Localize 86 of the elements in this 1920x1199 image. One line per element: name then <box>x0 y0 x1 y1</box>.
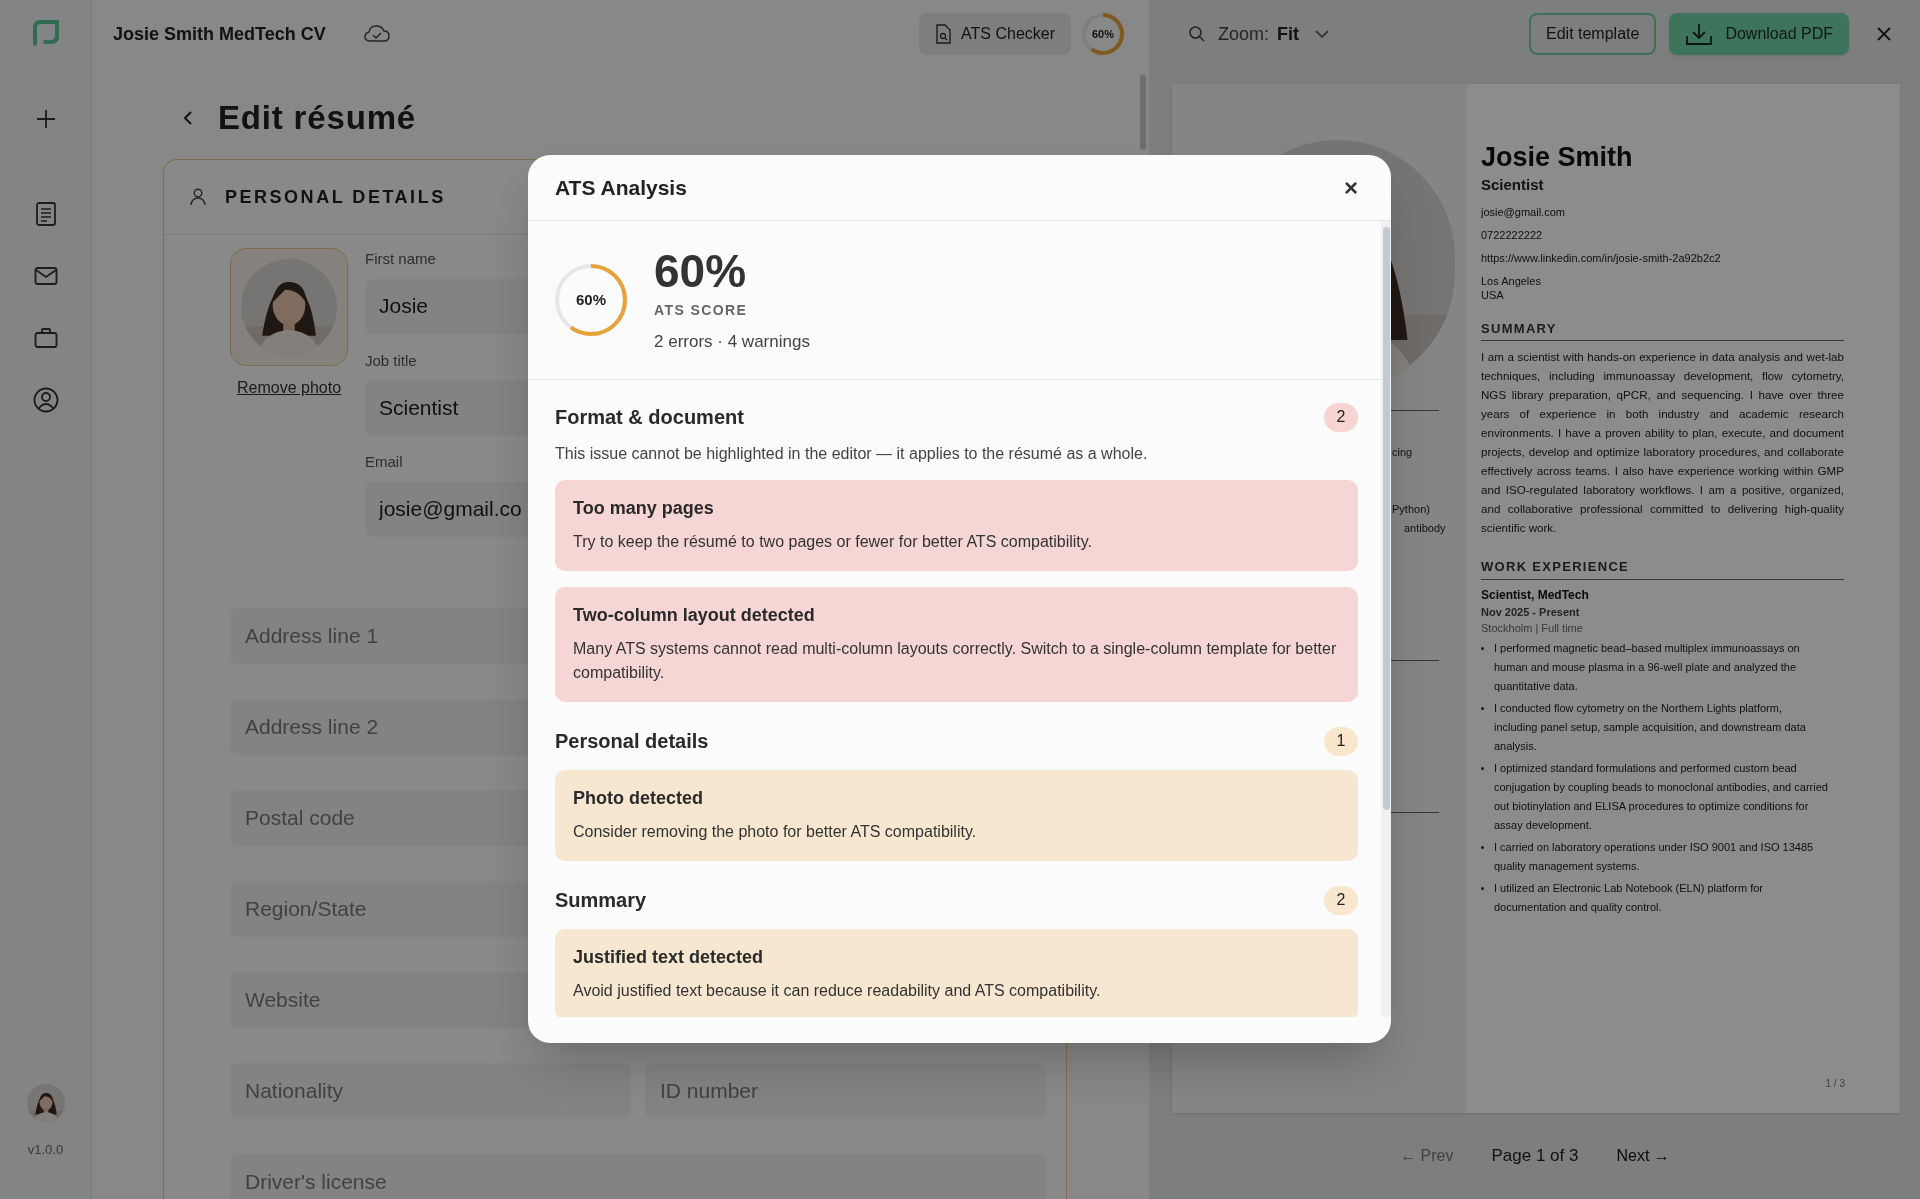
score-ring-text: 60% <box>576 289 606 310</box>
job-location: Stockholm | Full time <box>1481 621 1584 636</box>
page-indicator: Page 1 of 3 <box>1491 1145 1579 1168</box>
prev-button[interactable]: ← Prev <box>1400 1144 1454 1168</box>
contact-line: josie@gmail.com <box>1481 204 1566 219</box>
issue-title: Photo detected <box>573 787 704 810</box>
field-label: First name <box>365 249 436 269</box>
resume-paragraph: I am a scientist with hands-on experience in data analysis and wet-lab techniques, including immunoassay development, flow cytometry, NGS library preparation, qPCR, and sequencing. I have over three years of experience in both industry and academic research environments. I have a proven ability to plan, execute, and document projects, develop and optimize laboratory procedures, and collaborate effectively across teams. I also have experience working within GMP and ISO-regulated laboratory workflows. I am a positive, organized, and collaborative professional committed to delivering high-quality scientific work. <box>1481 349 1844 536</box>
score-ring <box>555 264 627 336</box>
section-note: This issue cannot be highlighted in the editor — it applies to the résumé as a whole. <box>555 444 1149 464</box>
modal-title: ATS Analysis <box>555 174 687 201</box>
section-heading: Personal details <box>555 729 709 754</box>
text-field[interactable]: ID number <box>645 1062 1046 1119</box>
resume-section-heading: SUMMARY <box>1481 318 1844 341</box>
download-icon <box>1685 22 1714 46</box>
bullet-icon <box>1481 646 1484 650</box>
bullet-text: I optimized standard formulations and performed custom bead conjugation by coupling beads to monoclonal antibodies, and carried out biotinylation and ELISA procedures to optimize conditions for assay development. <box>1494 760 1828 833</box>
search-icon <box>1188 25 1206 43</box>
plus-icon[interactable] <box>34 108 57 130</box>
score-label: ATS SCORE <box>654 300 749 320</box>
avatar[interactable] <box>26 1083 65 1122</box>
scrollbar-thumb[interactable] <box>1382 227 1390 810</box>
document-search-icon <box>935 24 952 44</box>
resume-name: Josie Smith <box>1481 142 1634 172</box>
resume-role: Scientist <box>1481 175 1545 195</box>
issue-text: Consider removing the photo for better ATS compatibility. <box>573 822 978 842</box>
score-ring <box>1082 13 1124 55</box>
document-title: Josie Smith MedTech CV <box>113 22 326 46</box>
issue-summary: 2 errors · 4 warnings <box>654 330 810 353</box>
edit-template-button[interactable]: Edit template <box>1529 13 1657 55</box>
photo-frame[interactable] <box>230 248 348 366</box>
contact-line: USA <box>1481 287 1505 302</box>
resume-text-fragment: antibody <box>1404 521 1446 536</box>
download-pdf-button[interactable]: Download PDF <box>1669 13 1849 55</box>
zoom-dropdown[interactable]: Zoom: Fit <box>1188 20 1329 48</box>
contact-line: https://www.linkedin.com/in/josie-smith-2a92b2c2 <box>1481 250 1722 265</box>
back-chevron-icon[interactable] <box>183 110 193 126</box>
bullet-text: I utilized an Electronic Lab Notebook (ELN) platform for documentation and quality control. <box>1494 880 1765 915</box>
issue-title: Too many pages <box>573 497 715 520</box>
scrollbar-thumb[interactable] <box>1140 75 1146 150</box>
page-number: 1 / 3 <box>1825 1077 1845 1091</box>
score-value: 60% <box>654 245 748 296</box>
bullet-icon <box>1481 766 1484 770</box>
section-title: PERSONAL DETAILS <box>225 185 446 209</box>
section-heading: Format & document <box>555 405 744 430</box>
person-icon <box>190 188 206 206</box>
count-badge: 1 <box>1324 726 1358 756</box>
field-label: Email <box>365 452 403 472</box>
document-icon[interactable] <box>34 202 57 226</box>
bullet-icon <box>1481 706 1484 710</box>
bullet-text: I carried on laboratory operations under ISO 9001 and ISO 13485 quality management systems. <box>1494 839 1815 874</box>
bullet-text: I performed magnetic bead–based multiplex immunoassays on human and mouse plasma in a 96-well plate and analyzed the quantitative data. <box>1494 640 1801 694</box>
section-heading: Summary <box>555 888 647 913</box>
remove-photo-link[interactable]: Remove photo <box>236 376 342 400</box>
next-button[interactable]: Next → <box>1616 1144 1670 1168</box>
bullet-text: I conducted flow cytometry on the Northern Lights platform, including panel setup, sample acquisition, and downstream data analysis. <box>1494 700 1807 754</box>
job-dates: Nov 2025 - Present <box>1481 604 1581 620</box>
job-title: Scientist, MedTech <box>1481 586 1590 604</box>
issue-title: Two-column layout detected <box>573 604 816 627</box>
user-icon[interactable] <box>32 387 59 413</box>
bullet-icon <box>1481 845 1484 849</box>
page-title: Edit résumé <box>218 98 416 139</box>
contact-line: 0722222222 <box>1481 227 1544 242</box>
issue-text: Avoid justified text because it can reduce readability and ATS compatibility. <box>573 981 1102 1001</box>
bullet-icon <box>1481 886 1484 890</box>
text-field[interactable]: Driver's license <box>230 1153 1046 1199</box>
field-label: Job title <box>365 350 417 371</box>
version-label: v1.0.0 <box>27 1140 64 1159</box>
score-badge-text: 60% <box>1092 26 1114 42</box>
ats-checker-button[interactable]: ATS Checker <box>919 13 1071 55</box>
close-button[interactable]: × <box>1344 175 1358 200</box>
cloud-check-icon <box>363 24 390 44</box>
chevron-down-icon <box>1315 29 1329 39</box>
resume-text-fragment: cing <box>1392 445 1413 460</box>
briefcase-icon[interactable] <box>33 327 58 349</box>
count-badge: 2 <box>1324 402 1358 432</box>
issue-title: Justified text detected <box>573 946 765 969</box>
resume-text-fragment: Python) <box>1392 502 1430 517</box>
contact-line: Los Angeles <box>1481 273 1542 288</box>
mail-icon[interactable] <box>33 266 58 286</box>
issue-text: Try to keep the résumé to two pages or fewer for better ATS compatibility. <box>573 532 1094 552</box>
close-icon[interactable] <box>1876 26 1892 42</box>
resume-section-heading: WORK EXPERIENCE <box>1481 557 1844 580</box>
text-field[interactable]: Nationality <box>230 1062 631 1119</box>
count-badge: 2 <box>1324 885 1358 915</box>
issue-text: Many ATS systems cannot read multi-column layouts correctly. Switch to a single-column template for better compatibility. <box>573 639 1338 683</box>
